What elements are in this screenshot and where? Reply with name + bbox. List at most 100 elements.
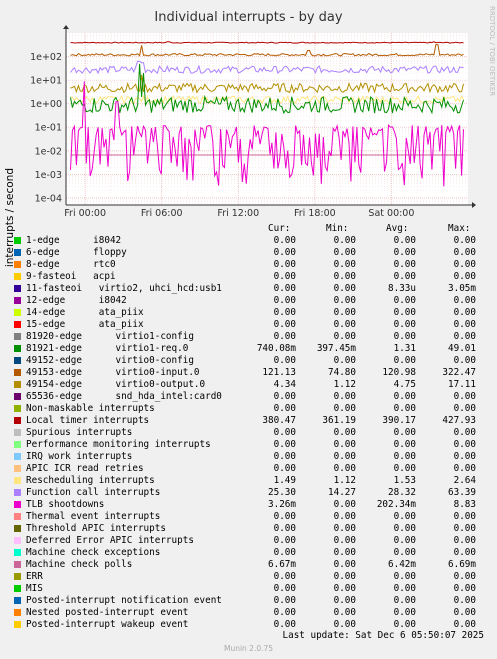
legend-avg-value: 0.00 xyxy=(393,403,416,414)
legend-avg-value: 0.00 xyxy=(393,235,416,246)
legend-avg-value: 0.00 xyxy=(393,319,416,330)
y-tick-label: 1e-04 xyxy=(35,193,62,204)
legend-label: MIS xyxy=(26,583,43,594)
legend-max-value: 0.00 xyxy=(453,355,476,366)
legend-max-value: 17.11 xyxy=(448,379,476,390)
legend-swatch xyxy=(14,429,21,436)
x-tick-label: Fri 12:00 xyxy=(217,208,259,219)
legend-row: 12-edge i8042 0.00 0.00 0.00 0.00 xyxy=(0,295,497,307)
legend-max-value: 0.00 xyxy=(453,295,476,306)
legend-min-value: 0.00 xyxy=(333,559,356,570)
legend-swatch xyxy=(14,309,21,316)
legend-max-value: 0.00 xyxy=(453,463,476,474)
legend-label: 12-edge i8042 xyxy=(26,295,127,306)
legend-swatch xyxy=(14,249,21,256)
legend-cur-value: 0.00 xyxy=(273,535,296,546)
legend-min-value: 1.12 xyxy=(333,379,356,390)
legend-label: Non-maskable interrupts xyxy=(26,403,155,414)
legend-cur-value: 0.00 xyxy=(273,331,296,342)
legend-cur-value: 25.30 xyxy=(268,487,296,498)
legend-swatch xyxy=(14,621,21,628)
legend-swatch xyxy=(14,513,21,520)
legend-swatch xyxy=(14,357,21,364)
legend-cur-value: 0.00 xyxy=(273,271,296,282)
legend-label: Threshold APIC interrupts xyxy=(26,523,166,534)
legend-min-value: 0.00 xyxy=(333,607,356,618)
legend-swatch xyxy=(14,333,21,340)
legend-max-value: 0.00 xyxy=(453,535,476,546)
legend-cur-value: 0.00 xyxy=(273,463,296,474)
x-tick-label: Fri 00:00 xyxy=(64,208,106,219)
legend-swatch xyxy=(14,417,21,424)
legend-row: 8-edge rtc0 0.00 0.00 0.00 0.00 xyxy=(0,259,497,271)
legend-min-value: 0.00 xyxy=(333,619,356,630)
legend-swatch xyxy=(14,477,21,484)
chart-area: 1e-04 1e-03 1e-02 1e-01 1e+00 1e+01 1e+02 Fri 0… xyxy=(30,25,476,219)
legend-avg-value: 0.00 xyxy=(393,583,416,594)
legend-label: Rescheduling interrupts xyxy=(26,475,155,486)
legend-label: 65536-edge snd_hda_intel:card0 xyxy=(26,391,222,402)
legend-swatch xyxy=(14,573,21,580)
legend-cur-value: 121.13 xyxy=(262,367,296,378)
legend-max-value: 0.00 xyxy=(453,583,476,594)
legend-min-value: 0.00 xyxy=(333,319,356,330)
legend-label: IRQ work interrupts xyxy=(26,451,133,462)
legend-avg-value: 6.42m xyxy=(388,559,416,570)
legend-cur-value: 3.26m xyxy=(268,499,296,510)
legend-row: Non-maskable interrupts 0.00 0.00 0.00 0.00 xyxy=(0,403,497,415)
legend-row: 65536-edge snd_hda_intel:card0 0.00 0.00 0.… xyxy=(0,391,497,403)
legend-swatch xyxy=(14,597,21,604)
legend-swatch xyxy=(14,405,21,412)
legend-avg-value: 0.00 xyxy=(393,427,416,438)
legend-avg-value: 0.00 xyxy=(393,451,416,462)
legend-cur-value: 0.00 xyxy=(273,511,296,522)
legend-max-value: 49.01 xyxy=(448,343,476,354)
legend-header-cur: Cur: xyxy=(268,223,291,234)
legend-max-value: 0.00 xyxy=(453,451,476,462)
legend-min-value: 0.00 xyxy=(333,307,356,318)
legend-label: Machine check exceptions xyxy=(26,547,161,558)
legend-avg-value: 1.53 xyxy=(393,475,416,486)
legend-swatch xyxy=(14,549,21,556)
legend-cur-value: 0.00 xyxy=(273,439,296,450)
legend-row: 9-fasteoi acpi 0.00 0.00 0.00 0.00 xyxy=(0,271,497,283)
legend-label: Thermal event interrupts xyxy=(26,511,161,522)
legend-swatch xyxy=(14,501,21,508)
legend-avg-value: 0.00 xyxy=(393,523,416,534)
legend-avg-value: 0.00 xyxy=(393,535,416,546)
legend-row: 81920-edge virtio1-config 0.00 0.00 0.00 0.0… xyxy=(0,331,497,343)
legend-max-value: 0.00 xyxy=(453,259,476,270)
legend-cur-value: 380.47 xyxy=(262,415,296,426)
legend-swatch xyxy=(14,537,21,544)
legend-avg-value: 390.17 xyxy=(382,415,416,426)
legend-avg-value: 0.00 xyxy=(393,307,416,318)
legend-min-value: 0.00 xyxy=(333,571,356,582)
legend-avg-value: 0.00 xyxy=(393,571,416,582)
legend-swatch xyxy=(14,393,21,400)
legend-max-value: 0.00 xyxy=(453,607,476,618)
y-tick-label: 1e-01 xyxy=(35,123,62,134)
y-tick-label: 1e+01 xyxy=(30,76,62,87)
legend-label: Spurious interrupts xyxy=(26,427,133,438)
legend-row: 11-fasteoi virtio2, uhci_hcd:usb1 0.00 0.0… xyxy=(0,283,497,295)
legend-label: 8-edge rtc0 xyxy=(26,259,116,270)
legend-label: Posted-interrupt notification event xyxy=(26,595,222,606)
legend-label: Performance monitoring interrupts xyxy=(26,439,211,450)
legend-header-min: Min: xyxy=(326,223,349,234)
legend-max-value: 322.47 xyxy=(442,367,476,378)
x-tick-label: Sat 00:00 xyxy=(368,208,414,219)
x-tick-label: Fri 18:00 xyxy=(294,208,336,219)
legend-avg-value: 28.32 xyxy=(388,487,416,498)
y-tick-label: 1e-02 xyxy=(35,146,62,157)
legend-label: ERR xyxy=(26,571,43,582)
legend-avg-value: 120.98 xyxy=(382,367,416,378)
legend-cur-value: 0.00 xyxy=(273,355,296,366)
legend-swatch xyxy=(14,465,21,472)
legend-max-value: 0.00 xyxy=(453,307,476,318)
munin-version: Munin 2.0.75 xyxy=(223,644,274,653)
legend-row: IRQ work interrupts 0.00 0.00 0.00 0.00 xyxy=(0,451,497,463)
legend-min-value: 0.00 xyxy=(333,391,356,402)
legend-avg-value: 0.00 xyxy=(393,295,416,306)
legend-label: 11-fasteoi virtio2, uhci_hcd:usb1 xyxy=(26,283,222,294)
x-axis-arrow xyxy=(472,202,476,208)
